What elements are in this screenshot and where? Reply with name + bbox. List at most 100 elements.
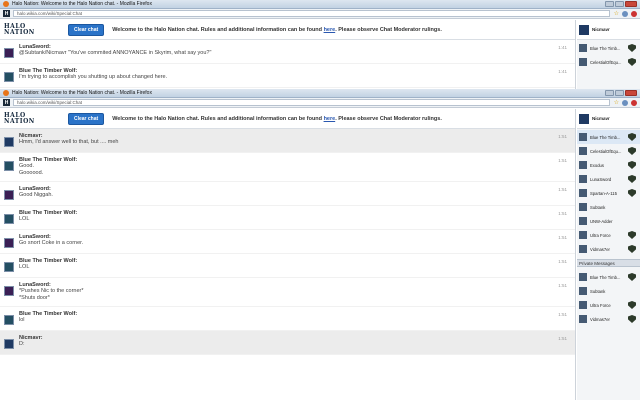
chat-message[interactable]: Blue The Timber Wolf: LOL 1:51: [0, 206, 575, 230]
url-bar[interactable]: halo.wikia.com/wiki/Special:Chat: [13, 10, 610, 17]
chat-moderator-badge-icon: [628, 273, 636, 281]
user-list-item[interactable]: LunaSword: [577, 172, 640, 186]
user-list-item[interactable]: UNW-Adder: [577, 214, 640, 228]
chat-moderator-badge-icon: [628, 161, 636, 169]
chat-message[interactable]: LunaSword: *Pushes Nic to the corner* *Shu…: [0, 278, 575, 307]
message-text: I'm trying to accomplish you shutting up…: [19, 74, 168, 80]
addon-icon[interactable]: [622, 10, 628, 17]
close-button[interactable]: [625, 1, 637, 7]
halo-nation-logo[interactable]: HALO NATION: [4, 111, 50, 126]
chat-main: HALO NATION Clear chat Welcome to the Hal…: [0, 109, 576, 400]
chat-moderator-badge-icon: [628, 133, 636, 141]
message-text: *Shuts door*: [19, 295, 50, 301]
rules-link[interactable]: here: [324, 27, 336, 33]
user-list-item[interactable]: Ultra Force: [577, 228, 640, 242]
user-list-item[interactable]: Subtank: [577, 284, 640, 298]
chat-header: HALO NATION Clear chat Welcome to the Hal…: [0, 20, 575, 40]
avatar[interactable]: [4, 48, 14, 58]
avatar[interactable]: [4, 339, 14, 349]
avatar: [579, 231, 587, 239]
user-name: Blue The Timb...: [590, 274, 621, 280]
avatar[interactable]: [4, 161, 14, 171]
minimize-button[interactable]: [605, 1, 614, 7]
user-list-item[interactable]: Vidmas7er: [577, 242, 640, 256]
url-bar[interactable]: halo.wikia.com/wiki/Special:Chat: [13, 99, 610, 106]
user-list-item[interactable]: Blue The Timb...: [577, 41, 640, 55]
user-list-panel: Nicmavr Blue The Timb... CelestialOfEqu..…: [577, 109, 640, 400]
clear-chat-button[interactable]: Clear chat: [68, 23, 105, 36]
clear-chat-button[interactable]: Clear chat: [68, 112, 105, 125]
avatar[interactable]: [4, 137, 14, 147]
maximize-button[interactable]: [615, 90, 624, 96]
chat-main: HALO NATION Clear chat Welcome to the Hal…: [0, 20, 576, 89]
chat-message[interactable]: Blue The Timber Wolf: Good. Goooood. 1:51: [0, 153, 575, 182]
message-body: Blue The Timber Wolf: I'm trying to accom…: [19, 68, 571, 83]
chat-moderator-badge-icon: [628, 245, 636, 253]
user-list-item[interactable]: CelestialOfEqu...: [577, 55, 640, 69]
avatar[interactable]: [4, 238, 14, 248]
bookmark-star-icon[interactable]: ☆: [614, 99, 619, 106]
avatar: [579, 273, 587, 281]
current-user[interactable]: Nicmavr: [577, 20, 640, 40]
message-timestamp: 1:51: [558, 336, 567, 341]
avatar[interactable]: [4, 72, 14, 82]
avatar[interactable]: [4, 315, 14, 325]
message-list[interactable]: LunaSword: @Subtank/Nicmavr "You've commi…: [0, 40, 575, 89]
user-list-panel: Nicmavr Blue The Timb... CelestialOfEqu..…: [577, 20, 640, 89]
chat-moderator-badge-icon: [628, 231, 636, 239]
message-timestamp: 1:51: [558, 211, 567, 216]
user-list-item[interactable]: Vidmas7er: [577, 312, 640, 326]
avatar[interactable]: [4, 262, 14, 272]
message-timestamp: 1:51: [558, 283, 567, 288]
message-body: Nicmavr: Hmm, I'd answer well to that, bu…: [19, 133, 571, 148]
private-messages-header: Private Messages: [577, 259, 640, 267]
user-list-item[interactable]: Spartan-A-115: [577, 186, 640, 200]
user-list-item[interactable]: Subtank: [577, 200, 640, 214]
chat-message[interactable]: Nicmavr: D: 1:51: [0, 331, 575, 355]
chat-moderator-badge-icon: [628, 44, 636, 52]
title-bar[interactable]: Halo Nation: Welcome to the Halo Nation …: [0, 89, 640, 98]
user-name: Exodus: [590, 162, 604, 168]
maximize-button[interactable]: [615, 1, 624, 7]
message-body: LunaSword: @Subtank/Nicmavr "You've commi…: [19, 44, 571, 59]
firefox-icon: [3, 1, 9, 7]
chat-message[interactable]: LunaSword: Go snort Coke in a corner. 1:51: [0, 230, 575, 254]
chat-message[interactable]: Nicmavr: Hmm, I'd answer well to that, bu…: [0, 129, 575, 153]
user-list-item[interactable]: Exodus: [577, 158, 640, 172]
message-body: LunaSword: Go snort Coke in a corner.: [19, 234, 571, 249]
avatar: [579, 203, 587, 211]
user-list-item[interactable]: Ultra Force: [577, 298, 640, 312]
user-name: Blue The Timb...: [590, 134, 621, 140]
chat-message[interactable]: LunaSword: @Subtank/Nicmavr "You've commi…: [0, 40, 575, 64]
message-timestamp: 1:51: [558, 235, 567, 240]
user-list-item[interactable]: Blue The Timb...: [577, 130, 640, 144]
avatar: [579, 217, 587, 225]
user-list-item[interactable]: Blue The Timb...: [577, 270, 640, 284]
rules-link[interactable]: here: [324, 116, 336, 122]
chat-moderator-badge-icon: [628, 315, 636, 323]
close-button[interactable]: [625, 90, 637, 96]
adblock-icon[interactable]: [631, 10, 637, 17]
avatar[interactable]: [4, 286, 14, 296]
avatar[interactable]: [4, 190, 14, 200]
window-title: Halo Nation: Welcome to the Halo Nation …: [12, 90, 152, 96]
bookmark-star-icon[interactable]: ☆: [614, 10, 619, 17]
current-user[interactable]: Nicmavr: [577, 109, 640, 129]
chat-message[interactable]: Blue The Timber Wolf: lol 1:51: [0, 307, 575, 331]
chat-message[interactable]: Blue The Timber Wolf: LOL 1:51: [0, 254, 575, 278]
message-text: Goooood.: [19, 170, 44, 176]
avatar[interactable]: [4, 214, 14, 224]
adblock-icon[interactable]: [631, 99, 637, 106]
avatar: [579, 24, 589, 35]
minimize-button[interactable]: [605, 90, 614, 96]
user-name: Subtank: [590, 204, 606, 210]
message-body: Blue The Timber Wolf: lol: [19, 311, 571, 326]
message-list[interactable]: Nicmavr: Hmm, I'd answer well to that, bu…: [0, 129, 575, 400]
addon-icon[interactable]: [622, 99, 628, 106]
user-list-item[interactable]: CelestialOfEqu...: [577, 144, 640, 158]
avatar: [579, 44, 587, 52]
chat-message[interactable]: Blue The Timber Wolf: I'm trying to accom…: [0, 64, 575, 88]
halo-nation-logo[interactable]: HALO NATION: [4, 22, 50, 37]
title-bar[interactable]: Halo Nation: Welcome to the Halo Nation …: [0, 0, 640, 9]
chat-message[interactable]: LunaSword: Good Niggah. 1:51: [0, 182, 575, 206]
